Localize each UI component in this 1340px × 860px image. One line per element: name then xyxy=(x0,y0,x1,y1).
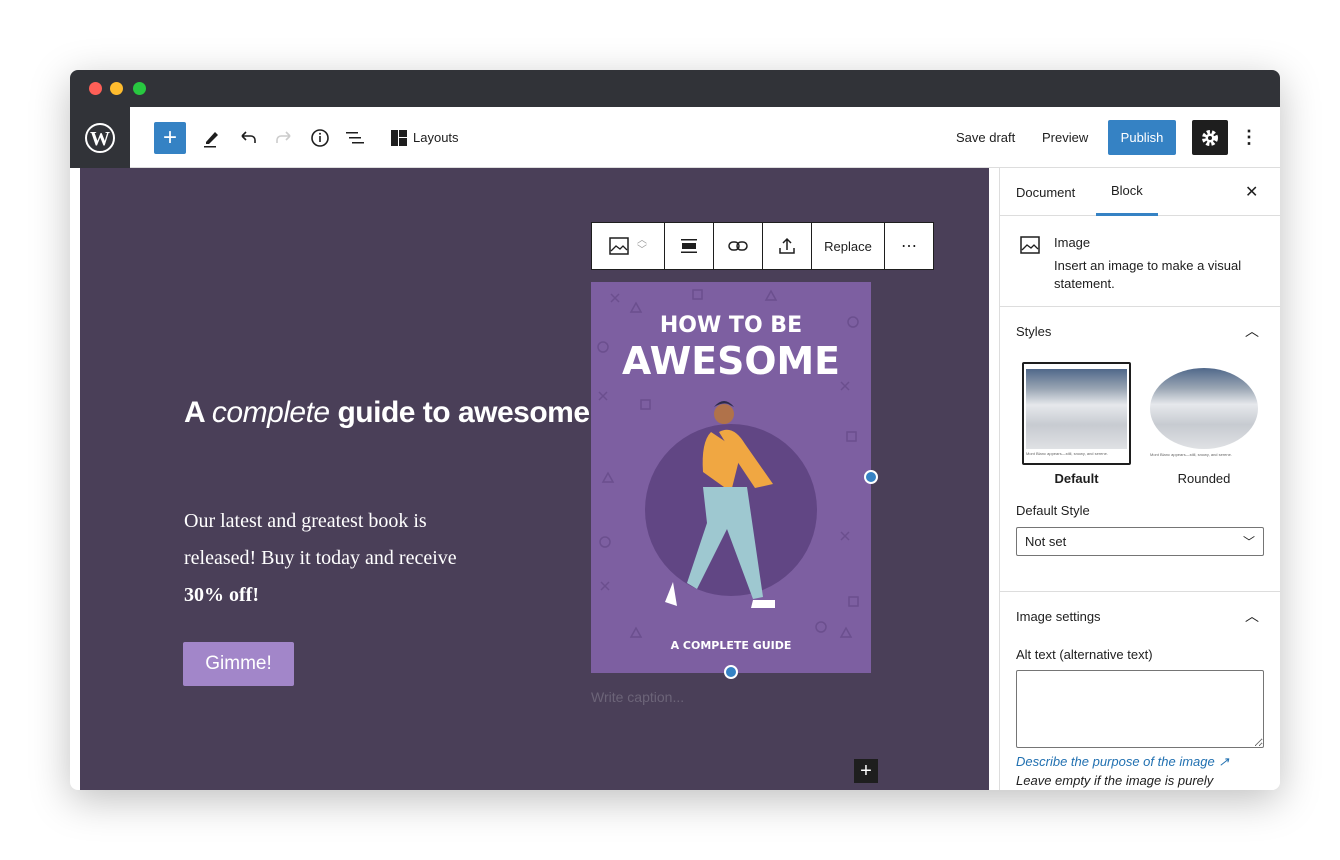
preview-button[interactable]: Preview xyxy=(1042,107,1088,168)
block-name: Image xyxy=(1054,235,1091,250)
paragraph-block[interactable]: Our latest and greatest book is released… xyxy=(184,503,484,614)
publish-button[interactable]: Publish xyxy=(1108,120,1176,155)
undo-button[interactable] xyxy=(238,107,258,168)
style-default-label: Default xyxy=(1054,471,1099,486)
minimize-window-button[interactable] xyxy=(110,82,123,95)
more-options-button[interactable]: ⋮ xyxy=(1240,107,1258,168)
plus-icon: + xyxy=(860,759,872,782)
link-icon xyxy=(728,241,748,251)
title-bar xyxy=(70,70,1280,107)
chevron-up-icon[interactable]: ︿ xyxy=(1245,606,1259,626)
alt-text-label: Alt text (alternative text) xyxy=(1016,647,1153,662)
more-block-options-button[interactable]: ⋯ xyxy=(885,223,933,269)
layouts-label: Layouts xyxy=(413,130,459,145)
details-button[interactable] xyxy=(310,107,330,168)
tab-block[interactable]: Block xyxy=(1096,168,1158,216)
list-view-icon xyxy=(346,131,364,143)
image-icon xyxy=(1020,236,1040,254)
link-button[interactable] xyxy=(714,223,763,269)
close-window-button[interactable] xyxy=(89,82,102,95)
style-preview-image xyxy=(1026,369,1127,449)
settings-button[interactable] xyxy=(1192,120,1228,155)
style-rounded-label: Rounded xyxy=(1177,471,1231,486)
layouts-button[interactable]: Layouts xyxy=(391,107,459,168)
add-block-button[interactable]: + xyxy=(154,122,186,154)
layouts-icon xyxy=(391,129,407,146)
redo-button[interactable] xyxy=(274,107,294,168)
describe-purpose-link[interactable]: Describe the purpose of the image xyxy=(1016,754,1215,769)
tools-button[interactable] xyxy=(201,107,221,168)
settings-sidebar: Document Block ✕ Image Insert an image t… xyxy=(999,168,1280,790)
alt-text-input[interactable] xyxy=(1016,670,1264,748)
style-default-option[interactable]: Mont Blanc appears—still, snowy, and ser… xyxy=(1022,362,1131,465)
chevron-up-icon[interactable]: ︿ xyxy=(1245,321,1259,341)
wordpress-icon: W xyxy=(85,122,115,153)
editor-canvas: A complete guide to awesomeness. Our lat… xyxy=(80,168,989,790)
vertical-ellipsis-icon: ⋮ xyxy=(1240,127,1258,147)
paragraph-bold: 30% off! xyxy=(184,584,259,606)
block-toolbar: ︿ ﹀ Replace ⋯ xyxy=(591,222,934,270)
replace-button[interactable]: Replace xyxy=(812,223,885,269)
external-link-icon: ↗ xyxy=(1218,754,1230,769)
upload-icon xyxy=(779,237,795,254)
save-draft-button[interactable]: Save draft xyxy=(956,107,1015,168)
heading-emphasis: complete xyxy=(211,396,330,429)
block-description: Insert an image to make a visual stateme… xyxy=(1054,258,1242,291)
styles-title[interactable]: Styles xyxy=(1016,324,1051,339)
plus-icon: + xyxy=(162,124,177,151)
resize-handle-bottom[interactable] xyxy=(724,665,738,679)
image-settings-panel: Image settings ︿ Alt text (alternative t… xyxy=(1000,592,1280,790)
maximize-window-button[interactable] xyxy=(133,82,146,95)
cover-title-2: AWESOME xyxy=(622,339,840,383)
move-up-down-icon[interactable]: ︿ ﹀ xyxy=(637,236,647,256)
default-style-select[interactable]: Not set ﹀ xyxy=(1016,527,1264,556)
style-preview-caption-rounded: Mont Blanc appears—still, snowy, and ser… xyxy=(1150,452,1232,457)
caption-input[interactable]: Write caption... xyxy=(591,689,684,705)
styles-panel: Styles ︿ Mont Blanc appears—still, snowy… xyxy=(1000,307,1280,592)
style-preview-caption: Mont Blanc appears—still, snowy, and ser… xyxy=(1026,451,1108,456)
svg-text:W: W xyxy=(90,128,110,150)
block-type-switcher[interactable]: ︿ ﹀ xyxy=(592,223,665,269)
align-button[interactable] xyxy=(665,223,714,269)
align-icon xyxy=(681,239,697,253)
add-block-inline-button[interactable]: + xyxy=(854,759,878,783)
cover-illustration: HOW TO BE AWESOME A COMPLETE GUIDE xyxy=(597,289,859,652)
pencil-icon xyxy=(204,131,218,147)
list-view-button[interactable] xyxy=(345,107,365,168)
heading-text: A xyxy=(184,396,212,429)
cover-subtitle: A COMPLETE GUIDE xyxy=(671,639,792,652)
wordpress-logo-button[interactable]: W xyxy=(70,107,130,168)
paragraph-text: Our latest and greatest book is released… xyxy=(184,510,457,569)
close-icon: ✕ xyxy=(1245,184,1259,201)
cover-title-1: HOW TO BE xyxy=(660,313,802,338)
redo-icon xyxy=(276,130,291,143)
browser-window: W + Layouts Save draft Preview Publish ⋮… xyxy=(70,70,1280,790)
horizontal-ellipsis-icon: ⋯ xyxy=(901,238,917,255)
tab-block-label: Block xyxy=(1111,183,1143,198)
gimme-button[interactable]: Gimme! xyxy=(183,642,294,686)
image-settings-title[interactable]: Image settings xyxy=(1016,609,1101,624)
sidebar-tabs: Document Block ✕ xyxy=(1000,168,1280,216)
close-sidebar-button[interactable]: ✕ xyxy=(1245,168,1258,216)
alt-text-help: Leave empty if the image is purely xyxy=(1016,773,1214,788)
default-style-value: Not set xyxy=(1025,534,1067,549)
block-card: Image Insert an image to make a visual s… xyxy=(1000,216,1280,307)
info-icon xyxy=(311,128,329,147)
default-style-label: Default Style xyxy=(1016,503,1090,518)
editor-toolbar: W + Layouts Save draft Preview Publish ⋮ xyxy=(70,107,1280,168)
gear-icon xyxy=(1202,129,1218,146)
chevron-down-icon: ﹀ xyxy=(1242,535,1255,549)
upload-button[interactable] xyxy=(763,223,812,269)
alt-text-help-link[interactable]: Describe the purpose of the image ↗ xyxy=(1016,754,1229,770)
image-icon xyxy=(609,237,629,255)
resize-handle-right[interactable] xyxy=(864,470,878,484)
style-rounded-option[interactable] xyxy=(1150,368,1258,449)
tab-document[interactable]: Document xyxy=(1016,168,1075,216)
book-cover-image[interactable]: HOW TO BE AWESOME A COMPLETE GUIDE xyxy=(591,282,871,673)
undo-icon xyxy=(241,130,256,143)
